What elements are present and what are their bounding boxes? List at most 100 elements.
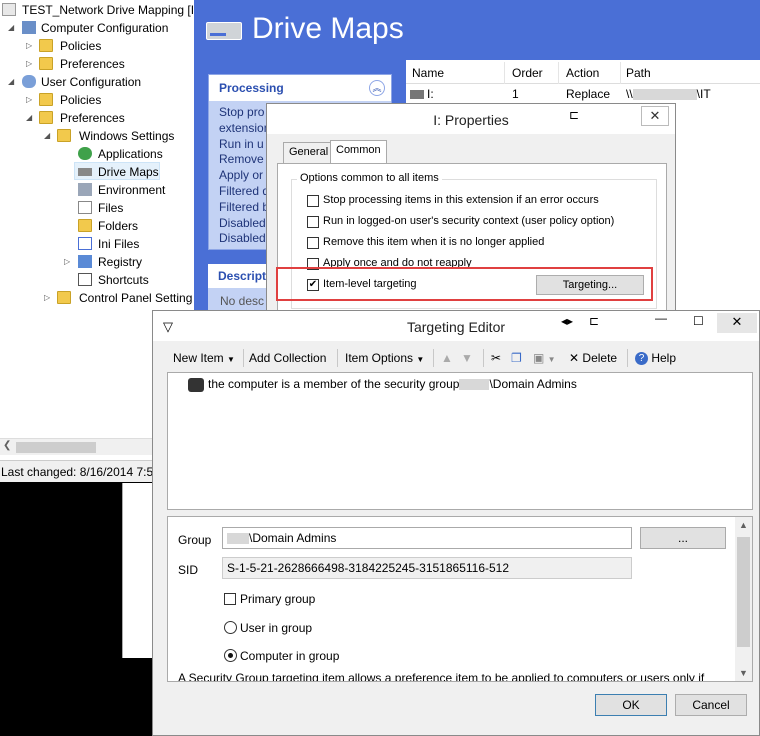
targeting-editor-titlebar[interactable]: ▽ Targeting Editor ◂▸ ⊏ — ☐ ✕: [153, 311, 759, 341]
dropdown-arrow-icon: ▼: [227, 355, 235, 364]
expanded-arrow-icon[interactable]: ◢: [8, 24, 16, 32]
environment-icon: [78, 183, 92, 196]
registry-icon: [78, 255, 92, 268]
checkbox[interactable]: [307, 237, 319, 249]
targeting-editor-title: Targeting Editor: [406, 319, 506, 335]
shortcut-icon: [78, 273, 92, 286]
group-label: Group: [178, 533, 212, 547]
collapsed-arrow-icon[interactable]: ▷: [26, 96, 34, 104]
files-icon: [78, 201, 92, 214]
folder-icon: [39, 111, 53, 124]
column-name[interactable]: Name: [412, 66, 444, 80]
move-up-icon[interactable]: ▲: [441, 351, 453, 365]
folder-icon: [57, 291, 71, 304]
delete-x-icon: ✕: [569, 351, 580, 365]
redacted-text: [227, 533, 249, 545]
tab-general[interactable]: General: [283, 142, 335, 163]
item-options-button[interactable]: Item Options ▼: [345, 351, 424, 365]
tree-drive-maps[interactable]: Drive Maps: [74, 162, 160, 180]
properties-title: I: Properties: [433, 112, 509, 128]
paste-icon[interactable]: ▣ ▼: [533, 351, 556, 365]
drive-icon: [78, 168, 92, 176]
minimize-icon[interactable]: —: [655, 311, 667, 325]
pin-icon[interactable]: ⊏: [589, 314, 599, 328]
expanded-arrow-icon[interactable]: ◢: [44, 132, 52, 140]
scroll-down-arrow-icon[interactable]: ▼: [739, 668, 748, 678]
options-group-label: Options common to all items: [297, 172, 442, 184]
drive-maps-icon: [206, 22, 242, 40]
item-description: A Security Group targeting item allows a…: [178, 671, 705, 682]
row-path: \\ \IT: [626, 87, 711, 101]
page-title: Drive Maps: [252, 12, 404, 45]
scroll-up-arrow-icon[interactable]: ▲: [739, 520, 748, 530]
row-order: 1: [512, 87, 519, 101]
sid-field: S-1-5-21-2628666498-3184225245-315186511…: [222, 557, 632, 579]
column-action[interactable]: Action: [566, 66, 599, 80]
cut-icon[interactable]: ✂: [491, 351, 501, 365]
collapsed-arrow-icon[interactable]: ▷: [44, 294, 52, 302]
folder-icon: [39, 93, 53, 106]
applications-icon: [78, 147, 92, 160]
expanded-arrow-icon[interactable]: ◢: [8, 78, 16, 86]
column-order[interactable]: Order: [512, 66, 543, 80]
new-item-button[interactable]: New Item ▼: [173, 351, 235, 365]
dropdown-arrow-icon: ▼: [547, 355, 556, 364]
scrollbar-thumb[interactable]: [737, 537, 750, 647]
folder-icon: [78, 219, 92, 232]
redacted-text: [632, 89, 697, 101]
help-button[interactable]: ? Help: [635, 351, 676, 366]
checkbox[interactable]: [307, 216, 319, 228]
collapsed-arrow-icon[interactable]: ▷: [26, 42, 34, 50]
folder-icon: [39, 39, 53, 52]
collapse-up-icon[interactable]: ︽: [369, 80, 385, 96]
pin-icon[interactable]: ⊏: [569, 108, 579, 122]
tab-common[interactable]: Common: [330, 140, 387, 164]
add-collection-button[interactable]: Add Collection: [249, 351, 326, 365]
checkbox[interactable]: [224, 593, 236, 605]
maximize-icon[interactable]: ☐: [693, 314, 704, 328]
gpo-icon: [2, 3, 16, 16]
computer-icon: [22, 21, 36, 34]
last-changed-text: Last changed: 8/16/2014 7:57:: [1, 465, 164, 479]
group-input[interactable]: \Domain Admins: [222, 527, 632, 549]
copy-icon[interactable]: ❐: [511, 351, 522, 365]
list-item[interactable]: the computer is a member of the security…: [188, 377, 577, 392]
expanded-arrow-icon[interactable]: ◢: [26, 114, 34, 122]
checkbox[interactable]: [307, 195, 319, 207]
scroll-left-arrow-icon[interactable]: ❮: [3, 440, 11, 451]
description-text: No desc: [220, 294, 265, 308]
item-detail-panel: Group \Domain Admins ... SID S-1-5-21-26…: [167, 516, 753, 682]
redacted-text: [459, 379, 490, 391]
targeting-toolbar: New Item ▼ Add Collection Item Options ▼…: [167, 347, 753, 371]
browse-button[interactable]: ...: [640, 527, 726, 549]
properties-titlebar[interactable]: I: Properties ⊏ ✕: [267, 104, 675, 134]
column-path[interactable]: Path: [626, 66, 651, 80]
scrollbar-thumb[interactable]: [16, 442, 96, 453]
detail-vertical-scrollbar[interactable]: ▲ ▼: [735, 517, 752, 681]
radio-button-selected[interactable]: [224, 649, 237, 662]
move-down-icon[interactable]: ▼: [461, 351, 473, 365]
folder-icon: [57, 129, 71, 142]
targeting-button[interactable]: Targeting...: [536, 275, 644, 295]
targeting-items-list: the computer is a member of the security…: [167, 372, 753, 510]
user-icon: [22, 75, 36, 88]
dropdown-arrow-icon: ▼: [416, 355, 425, 364]
table-header: Name Order Action Path: [406, 62, 760, 84]
close-icon[interactable]: ✕: [641, 106, 669, 126]
cancel-button[interactable]: Cancel: [675, 694, 747, 716]
table-row[interactable]: I: 1 Replace \\ \IT: [406, 85, 760, 103]
drive-maps-header: Drive Maps: [194, 0, 760, 60]
security-group-icon: [188, 377, 204, 392]
radio-button[interactable]: [224, 621, 237, 634]
collapsed-arrow-icon[interactable]: ▷: [64, 258, 72, 266]
sid-label: SID: [178, 563, 199, 577]
row-action: Replace: [566, 87, 611, 101]
resize-icon[interactable]: ◂▸: [561, 314, 573, 328]
delete-button[interactable]: ✕ Delete: [569, 351, 617, 365]
ok-button[interactable]: OK: [595, 694, 667, 716]
collapsed-arrow-icon[interactable]: ▷: [26, 60, 34, 68]
row-name: I:: [410, 87, 434, 101]
processing-header: Processing: [209, 75, 391, 101]
drive-icon: [410, 90, 424, 100]
close-icon[interactable]: ✕: [717, 313, 757, 333]
